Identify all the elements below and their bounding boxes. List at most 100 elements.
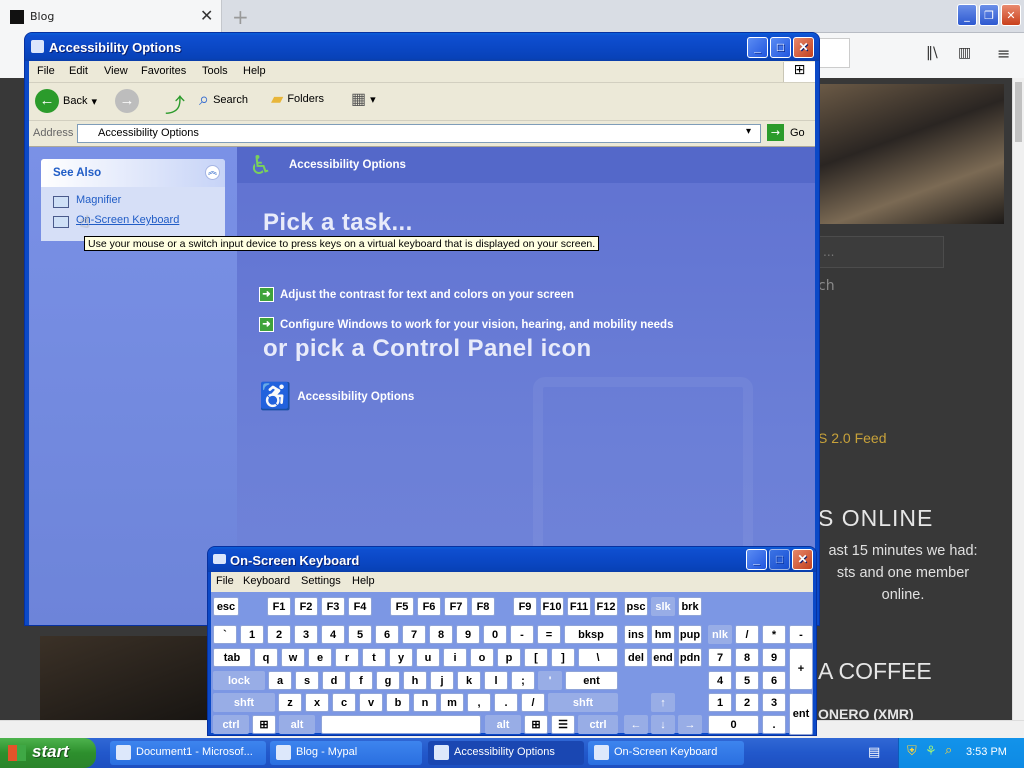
on-screen-keyboard-link[interactable]: On-Screen Keyboard xyxy=(76,214,179,226)
key-n[interactable]: n xyxy=(413,693,437,712)
menu-file[interactable]: File xyxy=(37,65,55,77)
key-backtick[interactable]: ` xyxy=(213,625,237,644)
key-ins[interactable]: ins xyxy=(624,625,648,644)
key-p[interactable]: p xyxy=(497,648,521,667)
up-folder-button[interactable]: ⤴ xyxy=(165,89,185,118)
key-numpad-plus[interactable]: + xyxy=(789,648,813,690)
key-psc[interactable]: psc xyxy=(624,597,648,616)
key-o[interactable]: o xyxy=(470,648,494,667)
key-u[interactable]: u xyxy=(416,648,440,667)
key-h[interactable]: h xyxy=(403,671,427,690)
key-numpad-2[interactable]: 2 xyxy=(735,693,759,712)
key-nlk[interactable]: nlk xyxy=(708,625,732,644)
start-button[interactable]: start xyxy=(0,738,96,768)
key-end[interactable]: end xyxy=(651,648,675,667)
minimize-button[interactable]: _ xyxy=(747,37,768,58)
menu-edit[interactable]: Edit xyxy=(69,65,88,77)
key-v[interactable]: v xyxy=(359,693,383,712)
key-z[interactable]: z xyxy=(278,693,302,712)
key-numpad-6[interactable]: 6 xyxy=(762,671,786,690)
go-button[interactable]: → Go xyxy=(767,124,805,141)
key-del[interactable]: del xyxy=(624,648,648,667)
close-tab-icon[interactable]: ✕ xyxy=(200,6,213,25)
key-pdn[interactable]: pdn xyxy=(678,648,702,667)
key-hm[interactable]: hm xyxy=(651,625,675,644)
vertical-scrollbar[interactable] xyxy=(1012,78,1024,720)
key-slash[interactable]: / xyxy=(735,625,759,644)
key-left-arrow[interactable]: ← xyxy=(624,715,648,734)
key-0[interactable]: 0 xyxy=(483,625,507,644)
key-numpad-3[interactable]: 3 xyxy=(762,693,786,712)
key-s[interactable]: s xyxy=(295,671,319,690)
key-left-ctrl[interactable]: ctrl xyxy=(213,715,249,734)
key-6[interactable]: 6 xyxy=(375,625,399,644)
menu-favorites[interactable]: Favorites xyxy=(141,65,186,77)
key-5[interactable]: 5 xyxy=(348,625,372,644)
address-input[interactable]: Accessibility Options ▾ xyxy=(77,124,761,143)
key-down-arrow[interactable]: ↓ xyxy=(651,715,675,734)
taskbar-item-document1[interactable]: Document1 - Microsof... xyxy=(110,741,266,765)
key-j[interactable]: j xyxy=(430,671,454,690)
key-esc[interactable]: esc xyxy=(213,597,239,616)
key-f11[interactable]: F11 xyxy=(567,597,591,616)
accessibility-options-icon[interactable]: ♿ Accessibility Options xyxy=(259,381,414,412)
key-pup[interactable]: pup xyxy=(678,625,702,644)
key-f12[interactable]: F12 xyxy=(594,597,618,616)
key-numpad-enter[interactable]: ent xyxy=(789,693,813,735)
key-numpad-4[interactable]: 4 xyxy=(708,671,732,690)
page-search-input[interactable]: ... xyxy=(818,236,944,268)
key-numpad-7[interactable]: 7 xyxy=(708,648,732,667)
key-f8[interactable]: F8 xyxy=(471,597,495,616)
key-d[interactable]: d xyxy=(322,671,346,690)
key-numpad-period[interactable]: . xyxy=(762,715,786,734)
key-slk[interactable]: slk xyxy=(651,597,675,616)
key-m[interactable]: m xyxy=(440,693,464,712)
key-semicolon[interactable]: ; xyxy=(511,671,535,690)
page-search-button[interactable]: ch xyxy=(818,278,835,294)
key-space[interactable] xyxy=(321,715,481,734)
key-f2[interactable]: F2 xyxy=(294,597,318,616)
taskbar-item-osk[interactable]: On-Screen Keyboard xyxy=(588,741,744,765)
key-f1[interactable]: F1 xyxy=(267,597,291,616)
key-3[interactable]: 3 xyxy=(294,625,318,644)
key-c[interactable]: c xyxy=(332,693,356,712)
menu-tools[interactable]: Tools xyxy=(202,65,228,77)
osk-menu-file[interactable]: File xyxy=(216,575,234,587)
keyboard-tray-icon[interactable]: ▤ xyxy=(868,745,880,760)
key-f7[interactable]: F7 xyxy=(444,597,468,616)
key-8[interactable]: 8 xyxy=(429,625,453,644)
maximize-button[interactable]: □ xyxy=(770,37,791,58)
key-right-shift[interactable]: shft xyxy=(548,693,618,712)
key-asterisk[interactable]: * xyxy=(762,625,786,644)
key-w[interactable]: w xyxy=(281,648,305,667)
key-t[interactable]: t xyxy=(362,648,386,667)
key-numpad-5[interactable]: 5 xyxy=(735,671,759,690)
key-1[interactable]: 1 xyxy=(240,625,264,644)
forward-button[interactable]: → xyxy=(115,89,139,113)
key-left-alt[interactable]: alt xyxy=(279,715,315,734)
key-y[interactable]: y xyxy=(389,648,413,667)
key-r[interactable]: r xyxy=(335,648,359,667)
folders-button[interactable]: ▰ Folders xyxy=(271,89,324,109)
osk-maximize-button[interactable]: □ xyxy=(769,549,790,570)
key-left-shift[interactable]: shft xyxy=(213,693,275,712)
menu-help[interactable]: Help xyxy=(243,65,266,77)
key-period[interactable]: . xyxy=(494,693,518,712)
key-b[interactable]: b xyxy=(386,693,410,712)
key-f3[interactable]: F3 xyxy=(321,597,345,616)
key-2[interactable]: 2 xyxy=(267,625,291,644)
views-button[interactable]: ▦ ▾ xyxy=(351,89,376,109)
key-i[interactable]: i xyxy=(443,648,467,667)
key-g[interactable]: g xyxy=(376,671,400,690)
collapse-chevron-icon[interactable]: ︽ xyxy=(205,165,220,180)
window-title-bar[interactable]: Accessibility Options _ □ ✕ xyxy=(25,33,819,61)
key-numpad-1[interactable]: 1 xyxy=(708,693,732,712)
key-forward-slash[interactable]: / xyxy=(521,693,545,712)
search-button[interactable]: ⌕ Search xyxy=(199,89,248,110)
restore-icon[interactable]: ❐ xyxy=(979,4,999,26)
magnifier-tray-icon[interactable]: ⌕ xyxy=(945,743,952,758)
key-4[interactable]: 4 xyxy=(321,625,345,644)
key-quote[interactable]: ' xyxy=(538,671,562,690)
back-button[interactable]: ← Back ▾ xyxy=(35,89,97,113)
windows-key-right-icon[interactable]: ⊞ xyxy=(524,715,548,734)
